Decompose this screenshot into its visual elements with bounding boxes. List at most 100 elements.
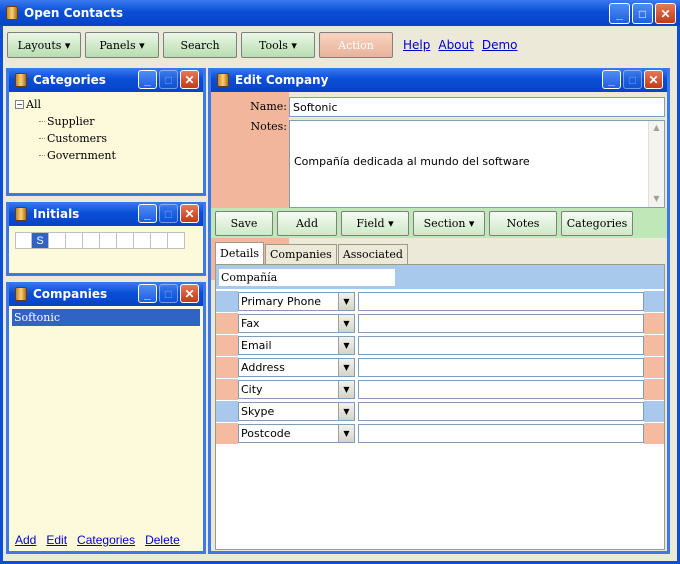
field-value-input[interactable] <box>358 314 644 333</box>
field-type-select[interactable]: Skype ▼ <box>238 402 355 421</box>
categories-button[interactable]: Categories <box>561 211 633 236</box>
field-value-input[interactable] <box>358 424 644 443</box>
row-marker <box>216 335 238 356</box>
tree-item-customers[interactable]: Customers <box>15 130 203 147</box>
layouts-menu-button[interactable]: Layouts ▾ <box>7 32 81 58</box>
edit-company-titlebar[interactable]: Edit Company _ □ ✕ <box>211 68 667 92</box>
initial-cell[interactable] <box>83 232 100 249</box>
maximize-button[interactable]: □ <box>159 70 178 89</box>
close-button[interactable]: ✕ <box>644 70 663 89</box>
initials-panel: Initials _ □ ✕ S <box>6 202 206 276</box>
tab-strip: Details Companies Associated <box>215 242 409 264</box>
section-name-field[interactable]: Compañía <box>218 268 396 287</box>
notes-label: Notes: <box>250 120 287 133</box>
field-value-input[interactable] <box>358 402 644 421</box>
row-marker <box>216 357 238 378</box>
minimize-button[interactable]: _ <box>138 70 157 89</box>
chevron-down-icon[interactable]: ▼ <box>338 425 354 442</box>
field-type-label: Fax <box>241 317 260 330</box>
panel-icon <box>15 287 27 301</box>
maximize-button[interactable]: □ <box>632 3 653 24</box>
tab-associated[interactable]: Associated <box>337 244 408 264</box>
action-button[interactable]: Action <box>319 32 393 58</box>
notes-scrollbar[interactable]: ▲ ▼ <box>648 121 664 207</box>
companies-titlebar[interactable]: Companies _ □ ✕ <box>9 282 203 306</box>
section-menu-button[interactable]: Section ▾ <box>413 211 485 236</box>
app-title: Open Contacts <box>24 6 124 20</box>
field-type-select[interactable]: Fax ▼ <box>238 314 355 333</box>
initial-cell[interactable] <box>15 232 32 249</box>
notes-textarea[interactable]: Compañía dedicada al mundo del software … <box>289 120 665 208</box>
tab-companies[interactable]: Companies <box>265 244 337 264</box>
initial-cell[interactable] <box>151 232 168 249</box>
tools-menu-button[interactable]: Tools ▾ <box>241 32 315 58</box>
minimize-button[interactable]: _ <box>138 284 157 303</box>
initial-cell[interactable] <box>66 232 83 249</box>
minimize-button[interactable]: _ <box>602 70 621 89</box>
initial-cell-selected[interactable]: S <box>32 232 49 249</box>
field-type-select[interactable]: City ▼ <box>238 380 355 399</box>
name-input[interactable]: Softonic <box>289 97 665 117</box>
delete-link[interactable]: Delete <box>145 533 180 547</box>
about-link[interactable]: About <box>438 38 473 52</box>
edit-link[interactable]: Edit <box>46 533 67 547</box>
tree-root[interactable]: − All <box>15 96 203 113</box>
tab-details[interactable]: Details <box>215 242 264 264</box>
field-type-select[interactable]: Address ▼ <box>238 358 355 377</box>
companies-actions: Add Edit Categories Delete <box>15 533 180 547</box>
initial-cell[interactable] <box>100 232 117 249</box>
demo-link[interactable]: Demo <box>482 38 518 52</box>
field-value-input[interactable] <box>358 358 644 377</box>
categories-titlebar[interactable]: Categories _ □ ✕ <box>9 68 203 92</box>
field-value-input[interactable] <box>358 336 644 355</box>
chevron-down-icon[interactable]: ▼ <box>338 359 354 376</box>
field-value-input[interactable] <box>358 292 644 311</box>
company-list-item[interactable]: Softonic <box>12 309 200 326</box>
add-link[interactable]: Add <box>15 533 36 547</box>
maximize-button[interactable]: □ <box>159 204 178 223</box>
close-button[interactable]: ✕ <box>655 3 676 24</box>
app-titlebar[interactable]: Open Contacts _ □ ✕ <box>0 0 680 26</box>
field-type-select[interactable]: Postcode ▼ <box>238 424 355 443</box>
field-type-select[interactable]: Email ▼ <box>238 336 355 355</box>
initials-titlebar[interactable]: Initials _ □ ✕ <box>9 202 203 226</box>
scroll-up-icon[interactable]: ▲ <box>651 123 662 134</box>
tree-item-government[interactable]: Government <box>15 147 203 164</box>
add-button[interactable]: Add <box>277 211 337 236</box>
category-tree: − All Supplier Customers Government <box>9 92 203 164</box>
minimize-button[interactable]: _ <box>138 204 157 223</box>
initial-cell[interactable] <box>168 232 185 249</box>
maximize-button[interactable]: □ <box>623 70 642 89</box>
tree-item-supplier[interactable]: Supplier <box>15 113 203 130</box>
maximize-button[interactable]: □ <box>159 284 178 303</box>
initial-cell[interactable] <box>117 232 134 249</box>
initial-cell[interactable] <box>134 232 151 249</box>
field-type-label: Primary Phone <box>241 295 322 308</box>
help-link[interactable]: Help <box>403 38 430 52</box>
search-button[interactable]: Search <box>163 32 237 58</box>
chevron-down-icon[interactable]: ▼ <box>338 403 354 420</box>
close-button[interactable]: ✕ <box>180 204 199 223</box>
field-value-input[interactable] <box>358 380 644 399</box>
chevron-down-icon[interactable]: ▼ <box>338 381 354 398</box>
collapse-icon[interactable]: − <box>15 100 24 109</box>
minimize-button[interactable]: _ <box>609 3 630 24</box>
field-type-select[interactable]: Primary Phone ▼ <box>238 292 355 311</box>
initial-cell[interactable] <box>49 232 66 249</box>
notes-text: Compañía dedicada al mundo del software <box>294 155 530 168</box>
chevron-down-icon[interactable]: ▼ <box>338 337 354 354</box>
panels-menu-button[interactable]: Panels ▾ <box>85 32 159 58</box>
close-button[interactable]: ✕ <box>180 70 199 89</box>
chevron-down-icon[interactable]: ▼ <box>338 315 354 332</box>
save-button[interactable]: Save <box>215 211 273 236</box>
initials-title: Initials <box>33 207 80 221</box>
field-menu-button[interactable]: Field ▾ <box>341 211 409 236</box>
notes-button[interactable]: Notes <box>489 211 557 236</box>
categories-link[interactable]: Categories <box>77 533 135 547</box>
row-marker <box>216 291 238 312</box>
close-button[interactable]: ✕ <box>180 284 199 303</box>
scroll-down-icon[interactable]: ▼ <box>651 194 662 205</box>
app-icon <box>6 6 18 20</box>
tree-root-label: All <box>26 98 41 111</box>
chevron-down-icon[interactable]: ▼ <box>338 293 354 310</box>
